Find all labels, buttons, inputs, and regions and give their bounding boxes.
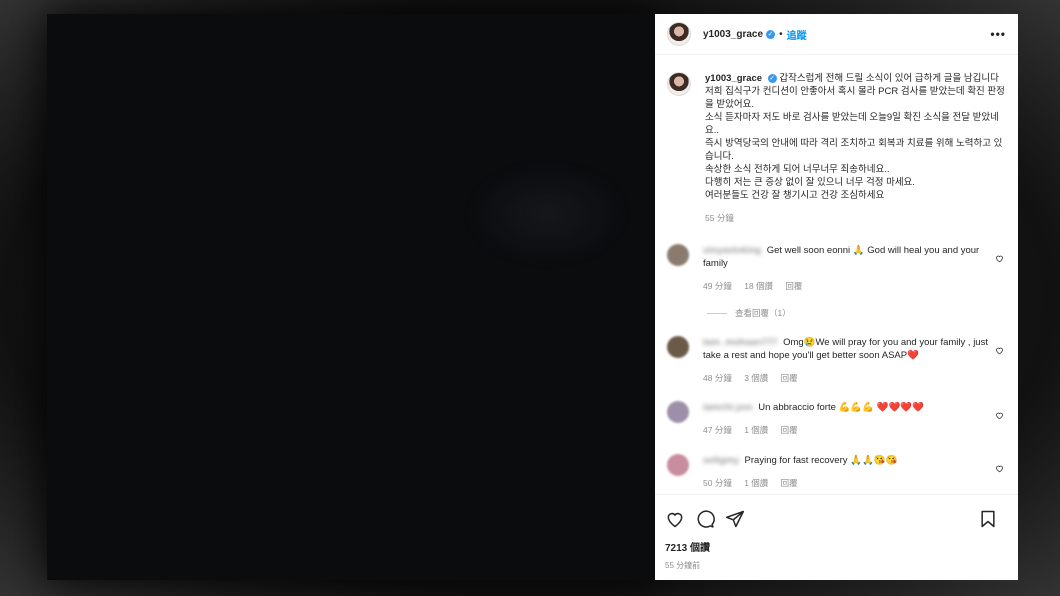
comment-bubble-icon[interactable]	[695, 509, 715, 529]
comment-likes[interactable]: 1 個讚	[744, 478, 768, 488]
share-send-icon[interactable]	[725, 509, 745, 529]
commenter-avatar[interactable]	[667, 244, 689, 266]
caption-line: 속상한 소식 전하게 되어 너무너무 죄송하네요..	[705, 164, 890, 175]
caption-line: 여러분들도 건강 잘 챙기시고 건강 조심하세요	[705, 190, 885, 201]
comment-time[interactable]: 50 分鐘	[703, 478, 732, 488]
comment-likes[interactable]: 18 個讚	[744, 281, 773, 291]
like-heart-icon[interactable]	[665, 509, 685, 529]
replies-divider	[707, 312, 727, 314]
comment-time[interactable]: 49 分鐘	[703, 281, 732, 291]
caption-line: 즉시 방역당국의 안내에 따라 격리 조치하고 회복과 치료를 위해 노력하고 …	[705, 138, 1003, 162]
separator-dot: •	[779, 28, 783, 40]
comment-likes[interactable]: 3 個讚	[744, 373, 768, 383]
reply-button[interactable]: 回覆	[781, 478, 798, 488]
like-comment-icon[interactable]	[995, 346, 1004, 355]
post-panel: y1003_grace ✓ • 追蹤 ••• y1003_grace ✓ 갑작스…	[655, 14, 1018, 580]
post-image[interactable]	[47, 14, 655, 580]
commenter-username[interactable]: iamchi.yoo	[703, 402, 753, 413]
comment-time[interactable]: 47 分鐘	[703, 425, 732, 435]
reply-button[interactable]: 回覆	[785, 281, 802, 291]
caption-line: 갑작스럽게 전해 드릴 소식이 있어 급하게 글을 남깁니다	[779, 73, 999, 84]
like-comment-icon[interactable]	[995, 254, 1004, 263]
caption-line: 다행히 저는 큰 증상 없이 잘 있으니 너무 걱정 마세요.	[705, 177, 915, 188]
comment-time[interactable]: 48 分鐘	[703, 373, 732, 383]
post-time[interactable]: 55 分鐘前	[665, 560, 1008, 571]
caption-line: 소식 듣자마자 저도 바로 검사를 받았는데 오늘9일 확진 소식을 전달 받았…	[705, 112, 999, 136]
caption-avatar[interactable]	[667, 72, 691, 96]
verified-badge-icon: ✓	[767, 73, 777, 83]
like-comment-icon[interactable]	[995, 464, 1004, 473]
caption-time[interactable]: 55 分鐘	[705, 213, 734, 223]
commenter-username[interactable]: seltgmy	[703, 455, 739, 466]
caption-username[interactable]: y1003_grace	[705, 73, 762, 84]
commenter-avatar[interactable]	[667, 401, 689, 423]
caption: y1003_grace ✓ 갑작스럽게 전해 드릴 소식이 있어 급하게 글을 …	[667, 72, 1008, 225]
comment-likes[interactable]: 1 個讚	[744, 425, 768, 435]
more-options-icon[interactable]: •••	[990, 27, 1006, 41]
comment-item: tam_mohaan777 Omg😢We will pray for you a…	[667, 336, 1008, 385]
commenter-avatar[interactable]	[667, 336, 689, 358]
comment-text: Praying for fast recovery 🙏🙏😘😘	[744, 455, 898, 466]
comment-item: iamchi.yoo Un abbraccio forte 💪💪💪 ❤️❤️❤️…	[667, 401, 1008, 437]
view-replies-label: 查看回覆（1）	[735, 308, 791, 318]
save-bookmark-icon[interactable]	[978, 509, 998, 529]
post-actions: 7213 個讚 55 分鐘前	[655, 494, 1018, 571]
image-detail	[467, 164, 627, 264]
like-count[interactable]: 7213 個讚	[665, 539, 1008, 554]
like-comment-icon[interactable]	[995, 411, 1004, 420]
reply-button[interactable]: 回覆	[781, 373, 798, 383]
view-replies-button[interactable]: 查看回覆（1）	[707, 307, 791, 319]
caption-text: y1003_grace ✓ 갑작스럽게 전해 드릴 소식이 있어 급하게 글을 …	[705, 72, 1008, 225]
author-avatar[interactable]	[667, 22, 691, 46]
comment-item: seltgmy Praying for fast recovery 🙏🙏😘😘 5…	[667, 454, 1008, 490]
follow-button[interactable]: 追蹤	[787, 27, 807, 42]
reply-button[interactable]: 回覆	[781, 425, 798, 435]
comment-item: xinyantvking Get well soon eonni 🙏 God w…	[667, 244, 1008, 293]
commenter-username[interactable]: xinyantvking	[703, 245, 761, 256]
commenter-username[interactable]: tam_mohaan777	[703, 337, 777, 348]
verified-badge-icon: ✓	[766, 29, 776, 39]
commenter-avatar[interactable]	[667, 454, 689, 476]
author-username[interactable]: y1003_grace	[703, 29, 763, 40]
caption-line: 저희 집식구가 컨디션이 안좋아서 혹시 몰라 PCR 검사를 받았는데 확진 …	[705, 86, 1005, 110]
post-header: y1003_grace ✓ • 追蹤 •••	[655, 14, 1018, 55]
comment-text: Un abbraccio forte 💪💪💪 ❤️❤️❤️❤️	[758, 402, 924, 413]
